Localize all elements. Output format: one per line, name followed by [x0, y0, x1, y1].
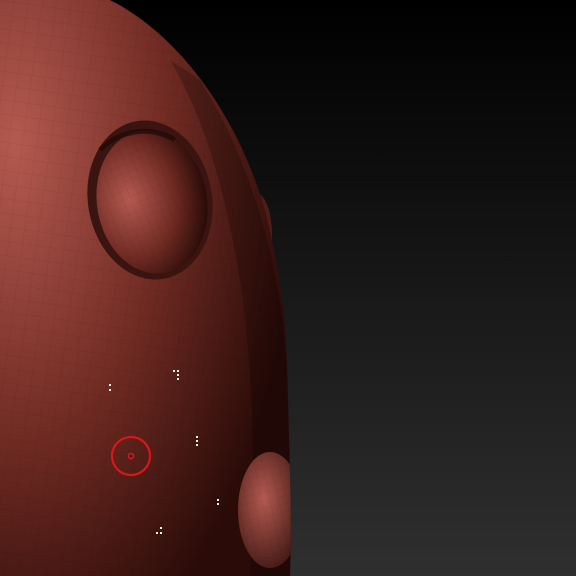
vertex-marker-icon [196, 436, 198, 446]
sculpt-viewport[interactable] [0, 0, 576, 576]
viewport-canvas[interactable] [0, 0, 576, 576]
